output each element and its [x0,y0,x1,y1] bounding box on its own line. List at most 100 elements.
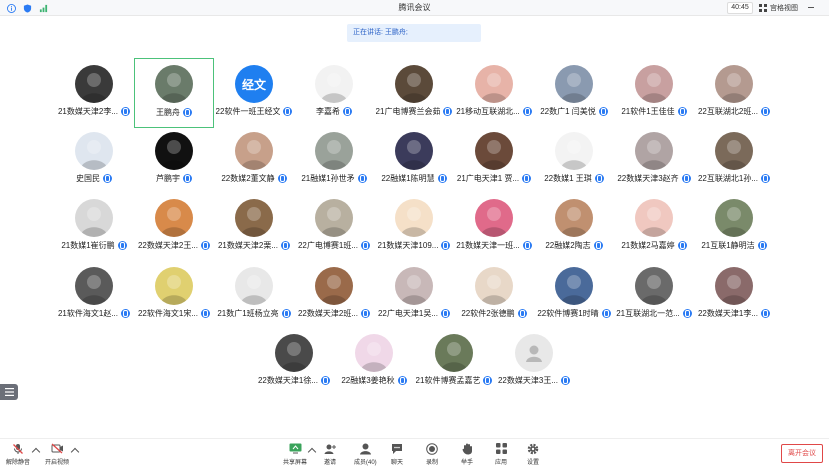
participant-tile[interactable]: 史国民 [54,127,134,183]
participant-tile[interactable]: 21数媒2马嘉婷 [614,194,694,250]
participant-name: 21软件海文1赵... [57,309,118,318]
participant-tile[interactable]: 21互联湖北一范... [614,262,694,318]
participant-name-row: 21互联湖北一范... [614,308,694,319]
participant-name: 21软件博赛孟嘉艺 [415,376,481,385]
participant-tile[interactable]: 李嘉希 [294,60,374,116]
participant-avatar [155,199,193,237]
mic-icon [397,376,407,385]
participant-avatar [395,65,433,103]
participant-name-row: 21广电博赛兰会茹 [374,106,454,117]
unmute-button[interactable]: 解除静音 [6,442,30,466]
share-screen-icon [288,442,302,455]
raise-hand-button[interactable]: 举手 [460,442,474,466]
invite-button[interactable]: 邀请 [323,442,337,466]
participant-tile[interactable]: 22融媒1陈明慧 [374,127,454,183]
minimize-icon[interactable] [808,7,814,8]
participant-tile[interactable]: 22软件博赛1时晴 [534,262,614,318]
participant-avatar [635,65,673,103]
participant-tile[interactable]: 21数媒天津一班... [454,194,534,250]
mic-icon [677,107,687,116]
participant-tile[interactable]: 22数媒天津3赵齐 [614,127,694,183]
participant-avatar [715,267,753,305]
participant-tile[interactable]: 21数广1班杨立亮 [214,262,294,318]
participant-avatar [235,267,273,305]
start-video-button[interactable]: 开启视频 [45,442,69,466]
participant-tile[interactable]: 22广电博赛1班... [294,194,374,250]
participant-tile[interactable]: 21广电博赛兰会茹 [374,60,454,116]
participant-name-row: 21数媒天津一班... [454,240,534,251]
participant-tile[interactable]: 21数媒天津2栗... [214,194,294,250]
mic-muted-icon [11,442,25,455]
participant-tile[interactable]: 21数媒天津2李... [54,60,134,116]
participant-tile[interactable]: 22数广1 闫美悦 [534,60,614,116]
participant-name-row: 21数媒天津109... [374,240,454,251]
participant-avatar [155,132,193,170]
participant-avatar [435,334,473,372]
participant-tile[interactable]: 22互联湖北1孙... [694,127,774,183]
participant-name: 王鹏舟 [156,108,180,117]
participant-tile[interactable]: 22互联湖北2班... [694,60,774,116]
participant-name-row: 22数媒天津3王... [494,375,574,386]
mic-icon [598,107,608,116]
participant-name-row: 22数媒天津2班... [294,308,374,319]
participant-tile[interactable]: 22数媒天津3王... [494,329,574,385]
side-panel-toggle[interactable] [0,384,18,400]
settings-button[interactable]: 设置 [526,442,540,466]
participant-tile[interactable]: 21软件海文1赵... [54,262,134,318]
participant-tile[interactable]: 21移动互联湖北... [454,60,534,116]
participant-avatar [315,199,353,237]
mic-icon [522,241,532,250]
participant-tile[interactable]: 22数媒天津2班... [294,262,374,318]
participant-tile[interactable]: 22数媒天津2王... [134,194,214,250]
record-icon [425,442,439,455]
participant-tile[interactable]: 21融媒1孙世矛 [294,127,374,183]
apps-button[interactable]: 应用 [494,442,508,466]
participant-tile[interactable]: 芦鹏宇 [134,127,214,183]
participant-name: 21数媒天津109... [377,241,439,250]
participant-tile[interactable]: 22数媒2董文静 [214,127,294,183]
participant-name: 李嘉希 [316,107,340,116]
participant-tile[interactable]: 22软件2张德鹏 [454,262,534,318]
participant-name-row: 22广电博赛1班... [294,240,374,251]
leave-meeting-button[interactable]: 离开会议 [781,444,823,463]
participant-tile[interactable]: 21广电天津1 贾... [454,127,534,183]
participant-name-row: 22数媒天津1徐... [254,375,334,386]
audio-options-chevron-icon[interactable] [31,447,41,457]
participant-tile[interactable]: 22软件海文1宋... [134,262,214,318]
participant-tile[interactable]: 22广电天津1吴... [374,262,454,318]
mic-icon [361,309,370,318]
mic-icon [682,309,692,318]
participant-name-row: 21软件海文1赵... [54,308,134,319]
share-options-chevron-icon[interactable] [307,447,317,457]
participant-avatar [475,199,513,237]
mic-icon [277,174,287,183]
mic-icon [283,107,293,116]
participant-tile[interactable]: 22数媒天津1徐... [254,329,334,385]
video-options-chevron-icon[interactable] [70,447,80,457]
record-button[interactable]: 录制 [425,442,439,466]
view-toggle-button[interactable]: 宫格视图 [759,2,798,14]
participant-tile[interactable]: 22数媒天津1李... [694,262,774,318]
members-button[interactable]: 成员(40) [354,442,377,466]
share-screen-button[interactable]: 共享屏幕 [283,442,307,466]
participant-tile[interactable]: 22融媒2陶志 [534,194,614,250]
participant-tile[interactable]: 21数媒1崔衍鹏 [54,194,134,250]
participant-tile[interactable]: 22融媒3姜艳秋 [334,329,414,385]
participant-tile[interactable]: 经文 22软件一班王经文 [214,60,294,116]
participant-name-row: 22互联湖北1孙... [694,173,774,184]
participant-avatar [715,132,753,170]
participant-name: 22数媒2董文静 [221,174,275,183]
participant-tile[interactable]: 21软件1王佳佳 [614,60,694,116]
participant-name: 21数媒天津一班... [456,241,520,250]
participant-tile[interactable]: 22数媒1 王琪 [534,127,614,183]
participant-tile[interactable]: 21软件博赛孟嘉艺 [414,329,494,385]
participant-avatar [555,267,593,305]
participant-tile[interactable]: 21数媒天津109... [374,194,454,250]
participant-name-row: 王鹏舟 [135,107,213,118]
participant-tile[interactable]: 王鹏舟 [134,58,214,128]
participant-tile[interactable]: 21互联1静明洁 [694,194,774,250]
participant-avatar [715,65,753,103]
title-bar: 腾讯会议 40:45 宫格视图 [0,0,829,16]
chat-button[interactable]: 聊天 [390,442,404,466]
participant-name-row: 芦鹏宇 [134,173,214,184]
